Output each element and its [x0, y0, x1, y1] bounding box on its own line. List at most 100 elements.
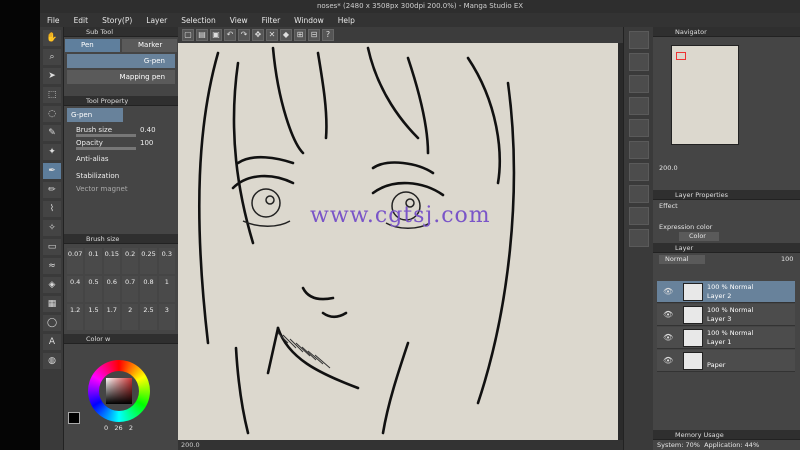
eyedropper-icon[interactable]: ✎	[43, 125, 61, 141]
undo-icon[interactable]: ↶	[224, 29, 236, 41]
stabilization-row[interactable]: Stabilization	[64, 170, 178, 183]
text-icon[interactable]: A	[43, 334, 61, 350]
brush-size-option[interactable]: 3	[158, 304, 175, 330]
select-icon[interactable]: ⬚	[43, 87, 61, 103]
main-color-swatch[interactable]	[68, 412, 80, 424]
opacity-value[interactable]: 100	[140, 137, 153, 150]
brush-size-option[interactable]: 0.1	[85, 248, 102, 274]
eye-icon[interactable]: 👁	[663, 333, 673, 343]
brush-size-option[interactable]: 0.7	[122, 276, 139, 302]
tab-marker[interactable]: Marker	[122, 39, 177, 52]
panel-icon-10[interactable]	[629, 229, 649, 247]
brush-size-option[interactable]: 2	[122, 304, 139, 330]
panel-icon-7[interactable]	[629, 163, 649, 181]
panel-icon-5[interactable]	[629, 119, 649, 137]
brush-size-option[interactable]: 0.8	[140, 276, 157, 302]
brush-size-option[interactable]: 0.4	[67, 276, 84, 302]
brush-size-header[interactable]: Brush size	[64, 234, 178, 244]
airbrush-icon[interactable]: ✧	[43, 220, 61, 236]
zoom-status[interactable]: 200.0	[181, 441, 200, 449]
fill-tool-icon[interactable]: ◈	[43, 277, 61, 293]
brush-mapping-pen[interactable]: Mapping pen	[67, 70, 175, 84]
magic-wand-icon[interactable]: ✦	[43, 144, 61, 160]
new-icon[interactable]: ▢	[182, 29, 194, 41]
brush-size-option[interactable]: 0.15	[103, 248, 120, 274]
panel-icon-3[interactable]	[629, 75, 649, 93]
panel-icon-6[interactable]	[629, 141, 649, 159]
clear-icon[interactable]: ✕	[266, 29, 278, 41]
sub-tool-header[interactable]: Sub Tool	[64, 27, 178, 37]
snap-icon[interactable]: ⊞	[294, 29, 306, 41]
layer-row[interactable]: 👁 100 % Normal Layer 1	[657, 327, 795, 349]
menu-filter[interactable]: Filter	[255, 16, 288, 25]
open-icon[interactable]: ▤	[196, 29, 208, 41]
panel-icon-9[interactable]	[629, 207, 649, 225]
panel-icon-2[interactable]	[629, 53, 649, 71]
eye-icon[interactable]: 👁	[663, 310, 673, 320]
navigator-zoom[interactable]: 200.0	[659, 164, 678, 172]
brush-size-value[interactable]: 0.40	[140, 124, 156, 137]
help-icon[interactable]: ?	[322, 29, 334, 41]
panel-icon-4[interactable]	[629, 97, 649, 115]
eye-icon[interactable]: 👁	[663, 356, 673, 366]
layer-header[interactable]: Layer	[653, 243, 800, 253]
ruler-icon[interactable]: ⊟	[308, 29, 320, 41]
brush-size-option[interactable]: 0.6	[103, 276, 120, 302]
navigator-header[interactable]: Navigator	[653, 27, 800, 37]
menu-story[interactable]: Story(P)	[95, 16, 139, 25]
brush-size-option[interactable]: 0.5	[85, 276, 102, 302]
blend-icon[interactable]: ≈	[43, 258, 61, 274]
brush-size-option[interactable]: 0.07	[67, 248, 84, 274]
opacity-row[interactable]: Opacity 100	[64, 137, 178, 150]
canvas-paper[interactable]	[178, 43, 618, 440]
canvas-area[interactable]	[178, 43, 623, 440]
panel-icon-8[interactable]	[629, 185, 649, 203]
blend-mode-select[interactable]: Normal	[659, 255, 705, 264]
eye-icon[interactable]: 👁	[663, 287, 673, 297]
pencil-icon[interactable]: ✏	[43, 182, 61, 198]
fill-icon[interactable]: ◆	[280, 29, 292, 41]
menu-edit[interactable]: Edit	[67, 16, 96, 25]
color-square[interactable]	[106, 378, 132, 404]
color-wheel-header[interactable]: Color w	[64, 334, 178, 344]
brush-size-option[interactable]: 0.2	[122, 248, 139, 274]
panel-icon-1[interactable]	[629, 31, 649, 49]
vector-magnet-row[interactable]: Vector magnet	[64, 183, 178, 196]
layer-row[interactable]: 👁 100 % Normal Layer 2	[657, 281, 795, 303]
menu-help[interactable]: Help	[331, 16, 362, 25]
save-icon[interactable]: ▣	[210, 29, 222, 41]
lasso-icon[interactable]: ◌	[43, 106, 61, 122]
layer-opacity-value[interactable]: 100	[781, 255, 793, 263]
color-wheel[interactable]	[88, 360, 150, 422]
tab-pen[interactable]: Pen	[65, 39, 120, 52]
transform-icon[interactable]: ✥	[252, 29, 264, 41]
brush-size-option[interactable]: 2.5	[140, 304, 157, 330]
navigator-viewport[interactable]	[676, 52, 686, 60]
brush-size-option[interactable]: 1	[158, 276, 175, 302]
menu-window[interactable]: Window	[287, 16, 331, 25]
brush-size-option[interactable]: 1.5	[85, 304, 102, 330]
zoom-icon[interactable]: ⌕	[43, 49, 61, 65]
eraser-icon[interactable]: ▭	[43, 239, 61, 255]
navigator-thumbnail[interactable]	[671, 45, 739, 145]
balloon-icon[interactable]: ◍	[43, 353, 61, 369]
menu-view[interactable]: View	[223, 16, 255, 25]
brush-size-option[interactable]: 0.3	[158, 248, 175, 274]
brush-size-option[interactable]: 1.2	[67, 304, 84, 330]
brush-g-pen[interactable]: G-pen	[67, 54, 175, 68]
gradient-icon[interactable]: ▦	[43, 296, 61, 312]
figure-icon[interactable]: ◯	[43, 315, 61, 331]
memory-header[interactable]: Memory Usage	[653, 430, 800, 440]
layer-row[interactable]: 👁 100 % Normal Layer 3	[657, 304, 795, 326]
brush-size-option[interactable]: 1.7	[103, 304, 120, 330]
antialias-row[interactable]: Anti-alias	[64, 153, 178, 166]
layer-row[interactable]: 👁 Paper	[657, 350, 795, 372]
brush-icon[interactable]: ⌇	[43, 201, 61, 217]
layer-property-header[interactable]: Layer Properties	[653, 190, 800, 200]
brush-size-row[interactable]: Brush size 0.40	[64, 124, 178, 137]
redo-icon[interactable]: ↷	[238, 29, 250, 41]
object-icon[interactable]: ➤	[43, 68, 61, 84]
brush-size-option[interactable]: 0.25	[140, 248, 157, 274]
menu-layer[interactable]: Layer	[139, 16, 174, 25]
opacity-slider[interactable]	[76, 147, 136, 150]
